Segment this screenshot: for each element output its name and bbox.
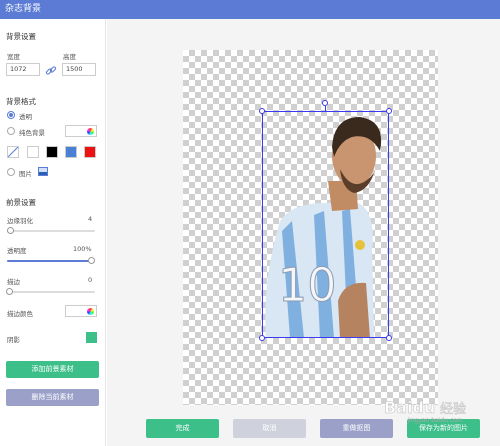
solid-bg-radio[interactable] bbox=[7, 127, 15, 135]
height-input[interactable]: 1500 bbox=[62, 63, 96, 76]
image-bg-label: 图片 bbox=[19, 170, 32, 178]
rotate-handle-stem bbox=[325, 106, 326, 111]
width-label: 宽度 bbox=[7, 53, 20, 61]
feather-value: 4 bbox=[88, 215, 93, 223]
stroke-color-label: 描边颜色 bbox=[7, 310, 33, 318]
resize-handle-bottom-left[interactable] bbox=[259, 335, 265, 341]
opacity-label: 透明度 bbox=[7, 247, 27, 255]
cancel-button[interactable]: 取消 bbox=[233, 419, 306, 438]
add-foreground-button[interactable]: 添加前景素材 bbox=[6, 361, 99, 378]
bg-format-title: 背景格式 bbox=[6, 97, 36, 106]
feather-slider-track[interactable] bbox=[7, 230, 95, 232]
stroke-label: 描边 bbox=[7, 278, 20, 286]
swatch-blue[interactable] bbox=[65, 146, 77, 158]
height-label: 高度 bbox=[63, 53, 76, 61]
stroke-value: 0 bbox=[88, 276, 93, 284]
swatch-white[interactable] bbox=[27, 146, 39, 158]
no-color-icon bbox=[7, 146, 19, 158]
delete-foreground-button[interactable]: 删除当前素材 bbox=[6, 389, 99, 406]
resize-handle-top-right[interactable] bbox=[386, 108, 392, 114]
baidu-watermark: Baidu 经验 jingyan.baidu.com bbox=[380, 395, 490, 435]
feather-label: 边缘羽化 bbox=[7, 217, 33, 225]
shadow-label: 阴影 bbox=[7, 336, 20, 344]
image-icon[interactable] bbox=[38, 167, 48, 176]
transparent-radio[interactable] bbox=[7, 111, 15, 119]
bg-settings-title: 背景设置 bbox=[6, 32, 36, 41]
resize-handle-top-left[interactable] bbox=[259, 108, 265, 114]
done-button[interactable]: 完成 bbox=[146, 419, 219, 438]
opacity-value: 100% bbox=[73, 245, 92, 253]
opacity-slider-fill bbox=[7, 260, 93, 262]
swatch-black[interactable] bbox=[46, 146, 58, 158]
swatch-red[interactable] bbox=[84, 146, 96, 158]
link-icon[interactable] bbox=[44, 64, 58, 78]
stroke-slider-track[interactable] bbox=[7, 291, 95, 293]
swatch-none[interactable] bbox=[7, 146, 19, 158]
color-wheel-icon bbox=[87, 308, 94, 315]
color-wheel-icon bbox=[87, 128, 94, 135]
stroke-color-picker[interactable] bbox=[65, 305, 97, 317]
svg-text:经验: 经验 bbox=[440, 401, 466, 417]
solid-bg-label: 纯色背景 bbox=[19, 129, 45, 137]
fg-settings-title: 前景设置 bbox=[6, 198, 36, 207]
selection-box[interactable] bbox=[262, 111, 389, 338]
svg-text:Baidu: Baidu bbox=[384, 398, 435, 417]
image-bg-radio[interactable] bbox=[7, 168, 15, 176]
window-title: 杂志背景 bbox=[0, 0, 500, 19]
baidu-logo-icon: Baidu 经验 bbox=[384, 398, 467, 418]
sidebar bbox=[0, 19, 106, 446]
stroke-slider-knob[interactable] bbox=[6, 288, 13, 295]
feather-slider-knob[interactable] bbox=[7, 227, 14, 234]
width-input[interactable]: 1072 bbox=[6, 63, 40, 76]
watermark-url: jingyan.baidu.com bbox=[407, 417, 463, 424]
shadow-toggle[interactable] bbox=[86, 332, 97, 343]
resize-handle-bottom-right[interactable] bbox=[386, 335, 392, 341]
opacity-slider-knob[interactable] bbox=[88, 257, 95, 264]
transparent-label: 透明 bbox=[19, 113, 32, 121]
solid-bg-color-picker[interactable] bbox=[65, 125, 97, 137]
